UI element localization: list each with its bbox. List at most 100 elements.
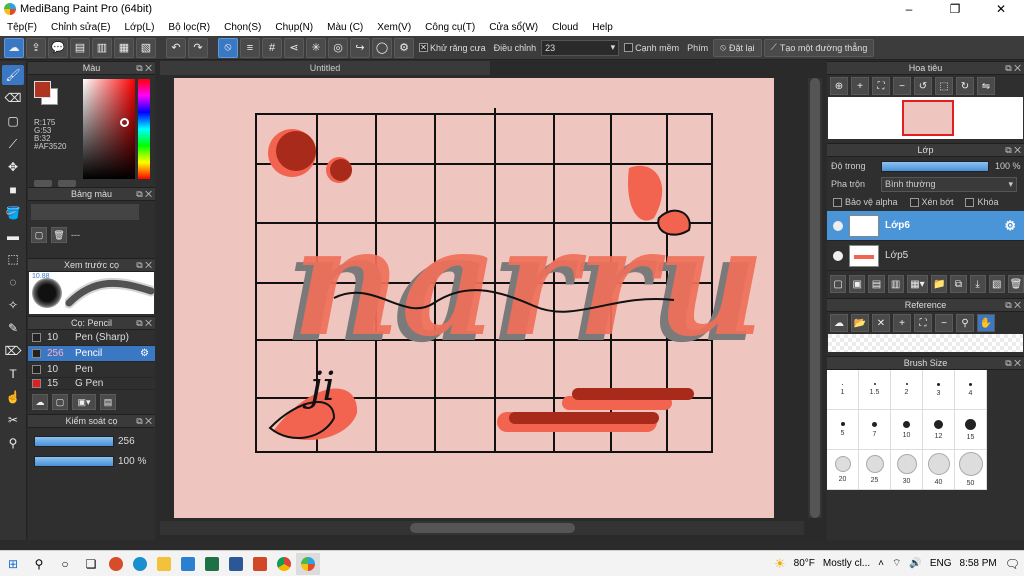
layer-item-6[interactable]: Lớp6 ⚙ — [827, 211, 1024, 241]
brush-item-g-pen[interactable]: 15 G Pen — [28, 378, 155, 390]
cloud-icon[interactable]: ☁ — [4, 37, 24, 58]
brush-size-option[interactable]: 10 — [891, 410, 923, 450]
color-picker-marker[interactable] — [120, 118, 129, 127]
vertical-scrollbar[interactable] — [808, 78, 822, 518]
cloud-icon[interactable]: ☁ — [830, 314, 848, 332]
taskbar-app-icon[interactable] — [104, 553, 128, 575]
layer-opacity-slider[interactable] — [881, 160, 989, 172]
fit-window-icon[interactable]: ⬚ — [935, 77, 953, 95]
hand-icon[interactable]: ✋ — [977, 314, 995, 332]
menu-cloud[interactable]: Cloud — [545, 22, 585, 33]
volume-icon[interactable]: 🔊 — [905, 558, 925, 569]
brush-size-option[interactable]: 12 — [923, 410, 955, 450]
panel-controls-icon[interactable]: ⧉ ✕ — [1005, 145, 1021, 156]
palette-swatches[interactable] — [31, 204, 139, 220]
smooth-checkbox[interactable] — [624, 43, 634, 52]
zoom-in-icon[interactable]: + — [893, 314, 911, 332]
saturation-value-picker[interactable] — [83, 79, 135, 179]
excel-icon[interactable] — [200, 553, 224, 575]
brush-size-option[interactable]: 3 — [923, 370, 955, 410]
minimize-button[interactable]: – — [886, 0, 932, 18]
foreground-color-swatch[interactable] — [34, 81, 51, 98]
eye-icon[interactable] — [833, 220, 843, 231]
restore-button[interactable]: ❐ — [932, 0, 978, 18]
new-folder-icon[interactable]: 📁 — [931, 275, 948, 293]
new-8bit-layer-icon[interactable]: ▤ — [868, 275, 885, 293]
search-icon[interactable]: ⚲ — [26, 553, 52, 575]
weather-icon[interactable]: ☀ — [770, 556, 790, 572]
new-palette-icon[interactable]: ▢ — [31, 227, 47, 243]
zoom-out-icon[interactable]: − — [893, 77, 911, 95]
hue-slider[interactable] — [138, 79, 150, 179]
brush-size-option[interactable]: 7 — [859, 410, 891, 450]
brush-size-option[interactable]: 1.5 — [859, 370, 891, 410]
layer-properties-icon[interactable]: ▧ — [988, 275, 1005, 293]
divide-tool-icon[interactable]: ✂ — [2, 410, 24, 430]
gradient-tool-icon[interactable]: ▬ — [2, 226, 24, 246]
swap-colors-button[interactable] — [34, 180, 52, 187]
brush-size-option[interactable]: 40 — [923, 450, 955, 490]
menu-layer[interactable]: Lớp(L) — [118, 22, 162, 33]
brush-opacity-slider[interactable] — [34, 456, 114, 467]
brush-tool-icon[interactable]: 🖌 — [2, 65, 24, 85]
flip-icon[interactable]: ⇋ — [977, 77, 995, 95]
actual-size-icon[interactable]: ⛶ — [872, 77, 890, 95]
rotate-right-icon[interactable]: ↻ — [956, 77, 974, 95]
close-reference-icon[interactable]: ✕ — [872, 314, 890, 332]
menu-edit[interactable]: Chỉnh sửa(E) — [44, 22, 118, 33]
merge-down-icon[interactable]: ⤓ — [969, 275, 986, 293]
antialias-toggle[interactable]: ✕ Khử răng cưa — [416, 43, 489, 53]
brush-opacity-value[interactable]: 100 % — [118, 454, 148, 468]
cloud-brush-icon[interactable]: ☁ — [32, 394, 48, 410]
redo-icon[interactable]: ↷ — [188, 37, 208, 58]
navigator-preview[interactable] — [828, 97, 1023, 139]
brush-size-option[interactable]: 5 — [827, 410, 859, 450]
brush-item-pen[interactable]: 10 Pen — [28, 362, 155, 378]
fill-rect-tool-icon[interactable]: ■ — [2, 180, 24, 200]
delete-layer-icon[interactable]: 🗑 — [1007, 275, 1024, 293]
menu-color[interactable]: Màu (C) — [320, 22, 370, 33]
smooth-toggle[interactable]: Cạnh mềm — [621, 43, 682, 53]
magic-wand-tool-icon[interactable]: ✧ — [2, 295, 24, 315]
snap-circle-icon[interactable]: ◎ — [328, 37, 348, 58]
new-halftone-layer-icon[interactable]: ▣ — [849, 275, 866, 293]
dot-tool-icon[interactable]: ⟋ — [2, 134, 24, 154]
operation-tool-icon[interactable]: ☝ — [2, 387, 24, 407]
speech-bubble-icon[interactable]: 💬 — [48, 37, 68, 58]
lock-checkbox[interactable] — [965, 197, 975, 207]
brush-size-value[interactable]: 256 — [118, 434, 148, 448]
horizontal-scrollbar[interactable] — [160, 521, 804, 535]
eye-icon[interactable] — [833, 250, 843, 261]
snap-off-icon[interactable]: ⦸ — [218, 37, 238, 58]
brush-size-option[interactable]: 50 — [955, 450, 987, 490]
chrome-icon[interactable] — [272, 553, 296, 575]
open-folder-icon[interactable]: 📂 — [851, 314, 869, 332]
menu-select[interactable]: Chọn(S) — [217, 22, 268, 33]
brush-size-option[interactable]: 2 — [891, 370, 923, 410]
close-button[interactable]: ✕ — [978, 0, 1024, 18]
snap-grid-icon[interactable]: # — [262, 37, 282, 58]
panel-icon[interactable]: ▦ — [114, 37, 134, 58]
panel-controls-icon[interactable]: ⧉ ✕ — [1005, 358, 1021, 369]
brush-size-option[interactable]: 20 — [827, 450, 859, 490]
panel-controls-icon[interactable]: ⧉ ✕ — [136, 416, 152, 427]
weather-text[interactable]: Mostly cl... — [819, 558, 874, 569]
layer-item-5[interactable]: Lớp5 — [827, 241, 1024, 271]
select-tool-icon[interactable]: ⬚ — [2, 249, 24, 269]
lock-toggle[interactable]: Khóa — [965, 197, 999, 207]
bucket-tool-icon[interactable]: 🪣 — [2, 203, 24, 223]
menu-snap[interactable]: Chụp(N) — [268, 22, 320, 33]
notifications-icon[interactable]: 🗨 — [1001, 557, 1024, 571]
add-brush-icon[interactable]: ▣▾ — [72, 394, 96, 410]
move-tool-icon[interactable]: ✥ — [2, 157, 24, 177]
brush-size-option[interactable]: 1 — [827, 370, 859, 410]
eyedropper-icon[interactable]: ⚲ — [956, 314, 974, 332]
adjust-select[interactable]: 23 ▾ — [541, 39, 620, 56]
text-tool-icon[interactable]: T — [2, 364, 24, 384]
brush-size-option[interactable]: 15 — [955, 410, 987, 450]
brush-item-pencil[interactable]: 256 Pencil ⚙ — [28, 346, 155, 362]
fit-icon[interactable]: ⛶ — [914, 314, 932, 332]
eyedropper-tool-icon[interactable]: ⚲ — [2, 433, 24, 453]
navigator-thumbnail[interactable] — [902, 100, 954, 136]
vertical-scroll-thumb[interactable] — [810, 78, 820, 518]
